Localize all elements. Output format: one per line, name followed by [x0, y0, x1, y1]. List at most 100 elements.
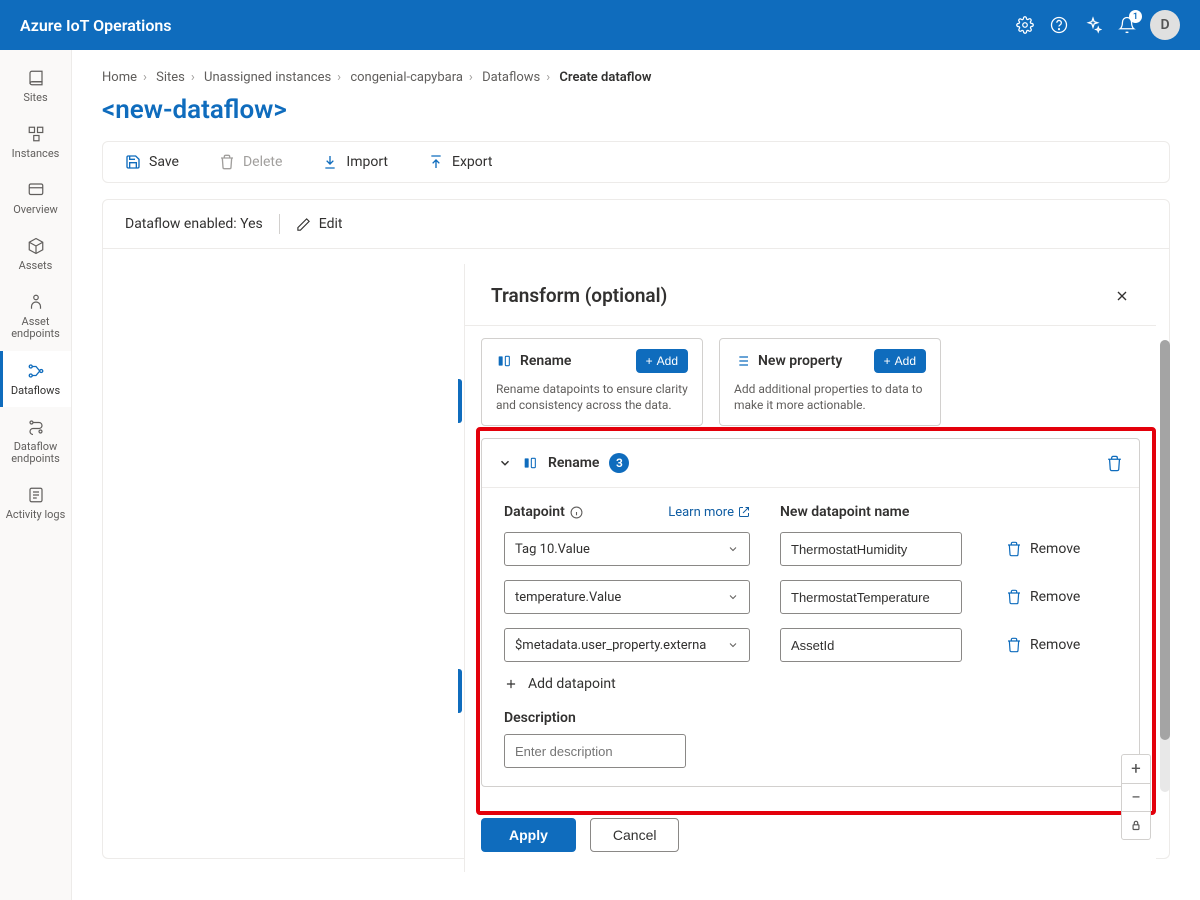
crumb-unassigned[interactable]: Unassigned instances [204, 70, 331, 85]
chevron-down-icon [727, 591, 739, 603]
trash-icon [1006, 589, 1022, 605]
help-icon[interactable] [1042, 8, 1076, 42]
app-title: Azure IoT Operations [20, 16, 172, 35]
datapoint-select[interactable]: Tag 10.Value [504, 532, 750, 566]
transform-panel: Transform (optional) Rename +Add Rename … [464, 264, 1156, 872]
avatar[interactable]: D [1150, 10, 1180, 40]
chevron-down-icon [727, 639, 739, 651]
info-icon[interactable] [570, 506, 583, 519]
nav-overview[interactable]: Overview [0, 170, 71, 226]
nav-assets[interactable]: Assets [0, 226, 71, 282]
node-stub [458, 669, 462, 713]
newprop-add-button[interactable]: +Add [874, 349, 926, 373]
cancel-button[interactable]: Cancel [590, 818, 680, 852]
export-icon [428, 154, 444, 170]
delete-button: Delete [219, 154, 282, 170]
nav-instances[interactable]: Instances [0, 114, 71, 170]
plus-icon: + [884, 354, 891, 368]
import-icon [322, 154, 338, 170]
datapoint-select[interactable]: $metadata.user_property.externa [504, 628, 750, 662]
notification-badge: 1 [1129, 10, 1142, 23]
learn-more-link[interactable]: Learn more [668, 505, 750, 520]
rename-row: $metadata.user_property.externa Remove [504, 628, 1117, 662]
dataflows-icon [27, 361, 45, 381]
leftnav: Sites Instances Overview Assets Asset en… [0, 50, 72, 900]
nav-label: Asset endpoints [4, 316, 67, 340]
endpoint-icon [27, 292, 45, 312]
book-icon [27, 68, 45, 88]
rename-icon [522, 455, 538, 471]
nav-dataflows[interactable]: Dataflows [0, 351, 71, 407]
zoom-in-button[interactable]: + [1122, 755, 1150, 783]
datapoint-select[interactable]: temperature.Value [504, 580, 750, 614]
remove-button[interactable]: Remove [1006, 589, 1080, 605]
add-datapoint-button[interactable]: Add datapoint [504, 676, 1117, 692]
assets-icon [27, 236, 45, 256]
page-title: <new-dataflow> [102, 95, 1170, 125]
export-button[interactable]: Export [428, 154, 492, 170]
zoom-out-button[interactable]: − [1122, 783, 1150, 811]
chevron-down-icon[interactable] [498, 456, 512, 470]
overview-icon [27, 180, 45, 200]
settings-icon[interactable] [1008, 8, 1042, 42]
rename-card-desc: Rename datapoints to ensure clarity and … [496, 381, 688, 413]
nav-asset-endpoints[interactable]: Asset endpoints [0, 282, 71, 350]
nav-dataflow-endpoints[interactable]: Dataflow endpoints [0, 407, 71, 475]
rename-block: Rename 3 Datapoint Learn more New [481, 438, 1140, 787]
external-link-icon [738, 506, 750, 518]
panel-footer: Apply Cancel [465, 804, 1156, 872]
add-dp-label: Add datapoint [528, 676, 616, 692]
export-label: Export [452, 154, 492, 170]
new-name-input[interactable] [780, 580, 962, 614]
new-name-input[interactable] [780, 628, 962, 662]
newprop-card: New property +Add Add additional propert… [719, 338, 941, 426]
crumb-dataflows[interactable]: Dataflows [482, 70, 540, 85]
remove-button[interactable]: Remove [1006, 637, 1080, 653]
nav-label: Instances [12, 148, 60, 160]
nav-activity-logs[interactable]: Activity logs [0, 475, 71, 531]
apply-button[interactable]: Apply [481, 818, 576, 852]
panel-title: Transform (optional) [491, 284, 667, 307]
save-button[interactable]: Save [125, 154, 179, 170]
remove-label: Remove [1030, 589, 1080, 605]
rename-card-title: Rename [520, 353, 571, 369]
nav-label: Dataflows [11, 385, 60, 397]
notifications-icon[interactable]: 1 [1110, 8, 1144, 42]
import-label: Import [346, 154, 388, 170]
select-value: $metadata.user_property.externa [515, 638, 706, 653]
new-name-input[interactable] [780, 532, 962, 566]
description-input[interactable] [504, 734, 686, 768]
crumb-instance[interactable]: congenial-capybara [350, 70, 463, 85]
crumb-home[interactable]: Home [102, 70, 137, 85]
delete-label: Delete [243, 154, 282, 170]
list-icon [734, 353, 750, 369]
nav-sites[interactable]: Sites [0, 58, 71, 114]
crumb-current: Create dataflow [559, 70, 651, 85]
cubes-icon [27, 124, 45, 144]
nav-label: Assets [19, 260, 53, 272]
trash-icon [1006, 541, 1022, 557]
panel-scrollbar[interactable] [1160, 340, 1170, 792]
description-label: Description [504, 710, 1117, 726]
rename-card: Rename +Add Rename datapoints to ensure … [481, 338, 703, 426]
scrollbar-thumb[interactable] [1160, 340, 1170, 740]
select-value: temperature.Value [515, 590, 621, 605]
crumb-sites[interactable]: Sites [156, 70, 185, 85]
topbar: Azure IoT Operations 1 D [0, 0, 1200, 50]
select-value: Tag 10.Value [515, 542, 590, 557]
rename-row: Tag 10.Value Remove [504, 532, 1117, 566]
sparkle-icon[interactable] [1076, 8, 1110, 42]
plus-icon: + [646, 354, 653, 368]
rename-add-button[interactable]: +Add [636, 349, 688, 373]
edit-label: Edit [319, 216, 343, 232]
trash-icon [1006, 637, 1022, 653]
zoom-fit-button[interactable] [1122, 811, 1150, 839]
remove-button[interactable]: Remove [1006, 541, 1080, 557]
close-icon[interactable] [1114, 288, 1130, 304]
panel-header: Transform (optional) [465, 264, 1156, 325]
edit-button[interactable]: Edit [296, 216, 343, 232]
import-button[interactable]: Import [322, 154, 388, 170]
delete-block-button[interactable] [1106, 455, 1123, 472]
trash-icon [219, 154, 235, 170]
nav-label: Activity logs [6, 509, 66, 521]
